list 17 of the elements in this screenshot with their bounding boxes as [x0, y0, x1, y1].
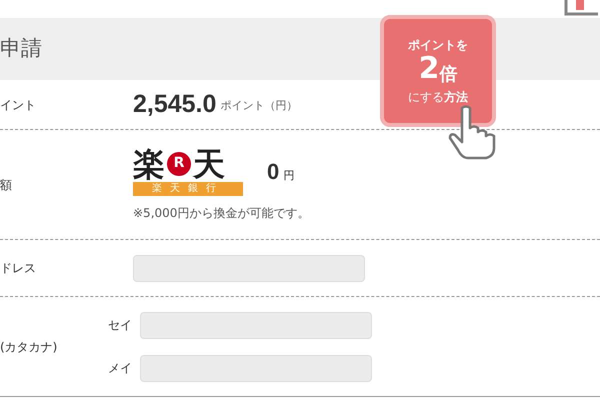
points-unit: ポイント（円） [220, 98, 298, 114]
kana-field[interactable] [140, 354, 372, 382]
address-field[interactable] [133, 254, 365, 282]
field-label: セイ [107, 317, 132, 334]
points-value: 2,545.0 [133, 88, 216, 120]
field-label: ドレス [0, 260, 37, 277]
kana-field[interactable] [140, 312, 372, 338]
amount-value: 0 [267, 158, 280, 186]
page-title: 申請 [0, 35, 42, 62]
field-label: イント [0, 96, 37, 114]
exchange-note: ※5,000円から換金が可能です。 [133, 204, 310, 222]
promo-badge[interactable]: ポイントを 2倍 にする方法 [380, 15, 496, 127]
field-label: メイ [107, 360, 132, 377]
bank-logo: 楽 R 天 楽天銀行 [133, 148, 243, 196]
field-label: (カタカナ) [0, 338, 58, 356]
amount-unit: 円 [283, 168, 294, 184]
field-label: 額 [0, 176, 13, 194]
